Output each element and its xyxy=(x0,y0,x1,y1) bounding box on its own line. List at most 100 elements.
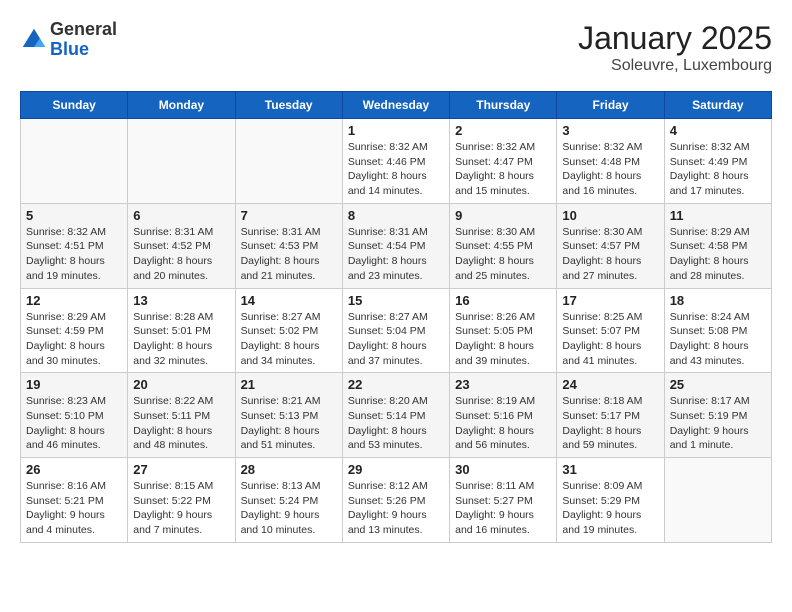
weekday-row: SundayMondayTuesdayWednesdayThursdayFrid… xyxy=(21,92,772,119)
day-number: 6 xyxy=(133,208,229,223)
day-info: Sunrise: 8:20 AMSunset: 5:14 PMDaylight:… xyxy=(348,394,444,453)
day-number: 21 xyxy=(241,377,337,392)
day-number: 28 xyxy=(241,462,337,477)
calendar-day-cell: 3 Sunrise: 8:32 AMSunset: 4:48 PMDaylight… xyxy=(557,119,664,204)
day-info: Sunrise: 8:31 AMSunset: 4:52 PMDaylight:… xyxy=(133,225,229,284)
day-info: Sunrise: 8:30 AMSunset: 4:55 PMDaylight:… xyxy=(455,225,551,284)
day-info: Sunrise: 8:25 AMSunset: 5:07 PMDaylight:… xyxy=(562,310,658,369)
calendar-day-cell: 8 Sunrise: 8:31 AMSunset: 4:54 PMDaylight… xyxy=(342,203,449,288)
calendar-week-row: 1 Sunrise: 8:32 AMSunset: 4:46 PMDaylight… xyxy=(21,119,772,204)
day-info: Sunrise: 8:16 AMSunset: 5:21 PMDaylight:… xyxy=(26,479,122,538)
day-number: 10 xyxy=(562,208,658,223)
day-info: Sunrise: 8:22 AMSunset: 5:11 PMDaylight:… xyxy=(133,394,229,453)
day-number: 18 xyxy=(670,293,766,308)
calendar-day-cell: 21 Sunrise: 8:21 AMSunset: 5:13 PMDayligh… xyxy=(235,373,342,458)
day-number: 16 xyxy=(455,293,551,308)
weekday-header: Tuesday xyxy=(235,92,342,119)
day-number: 23 xyxy=(455,377,551,392)
calendar-day-cell: 27 Sunrise: 8:15 AMSunset: 5:22 PMDayligh… xyxy=(128,458,235,543)
day-info: Sunrise: 8:32 AMSunset: 4:46 PMDaylight:… xyxy=(348,140,444,199)
day-info: Sunrise: 8:13 AMSunset: 5:24 PMDaylight:… xyxy=(241,479,337,538)
day-info: Sunrise: 8:32 AMSunset: 4:48 PMDaylight:… xyxy=(562,140,658,199)
day-info: Sunrise: 8:30 AMSunset: 4:57 PMDaylight:… xyxy=(562,225,658,284)
calendar-day-cell: 26 Sunrise: 8:16 AMSunset: 5:21 PMDayligh… xyxy=(21,458,128,543)
day-number: 11 xyxy=(670,208,766,223)
calendar-week-row: 5 Sunrise: 8:32 AMSunset: 4:51 PMDaylight… xyxy=(21,203,772,288)
day-info: Sunrise: 8:15 AMSunset: 5:22 PMDaylight:… xyxy=(133,479,229,538)
day-number: 2 xyxy=(455,123,551,138)
calendar-day-cell xyxy=(664,458,771,543)
weekday-header: Friday xyxy=(557,92,664,119)
day-number: 3 xyxy=(562,123,658,138)
calendar-day-cell: 4Sunrise: 8:32 AMSunset: 4:49 PMDaylight… xyxy=(664,119,771,204)
day-number: 7 xyxy=(241,208,337,223)
day-info: Sunrise: 8:11 AMSunset: 5:27 PMDaylight:… xyxy=(455,479,551,538)
weekday-header: Saturday xyxy=(664,92,771,119)
day-number: 26 xyxy=(26,462,122,477)
calendar-day-cell: 20Sunrise: 8:22 AMSunset: 5:11 PMDayligh… xyxy=(128,373,235,458)
calendar-day-cell: 10 Sunrise: 8:30 AMSunset: 4:57 PMDayligh… xyxy=(557,203,664,288)
logo-icon xyxy=(20,26,48,54)
calendar-day-cell: 13 Sunrise: 8:28 AMSunset: 5:01 PMDayligh… xyxy=(128,288,235,373)
calendar-day-cell: 7 Sunrise: 8:31 AMSunset: 4:53 PMDaylight… xyxy=(235,203,342,288)
calendar-table: SundayMondayTuesdayWednesdayThursdayFrid… xyxy=(20,91,772,543)
calendar-day-cell: 17 Sunrise: 8:25 AMSunset: 5:07 PMDayligh… xyxy=(557,288,664,373)
day-number: 4 xyxy=(670,123,766,138)
calendar-day-cell: 14 Sunrise: 8:27 AMSunset: 5:02 PMDayligh… xyxy=(235,288,342,373)
location: Soleuvre, Luxembourg xyxy=(578,57,772,75)
calendar-day-cell: 30 Sunrise: 8:11 AMSunset: 5:27 PMDayligh… xyxy=(450,458,557,543)
logo: General Blue xyxy=(20,20,117,60)
day-info: Sunrise: 8:29 AMSunset: 4:59 PMDaylight:… xyxy=(26,310,122,369)
day-info: Sunrise: 8:32 AMSunset: 4:51 PMDaylight:… xyxy=(26,225,122,284)
day-number: 22 xyxy=(348,377,444,392)
day-number: 14 xyxy=(241,293,337,308)
calendar-day-cell: 25Sunrise: 8:17 AMSunset: 5:19 PMDayligh… xyxy=(664,373,771,458)
calendar-day-cell: 19 Sunrise: 8:23 AMSunset: 5:10 PMDayligh… xyxy=(21,373,128,458)
calendar-day-cell: 29Sunrise: 8:12 AMSunset: 5:26 PMDayligh… xyxy=(342,458,449,543)
day-number: 9 xyxy=(455,208,551,223)
day-number: 1 xyxy=(348,123,444,138)
day-number: 27 xyxy=(133,462,229,477)
calendar-day-cell xyxy=(21,119,128,204)
calendar-day-cell: 31 Sunrise: 8:09 AMSunset: 5:29 PMDayligh… xyxy=(557,458,664,543)
title-block: January 2025 Soleuvre, Luxembourg xyxy=(578,20,772,75)
calendar-day-cell: 22 Sunrise: 8:20 AMSunset: 5:14 PMDayligh… xyxy=(342,373,449,458)
day-number: 25 xyxy=(670,377,766,392)
weekday-header: Wednesday xyxy=(342,92,449,119)
day-number: 31 xyxy=(562,462,658,477)
day-number: 12 xyxy=(26,293,122,308)
calendar-day-cell xyxy=(235,119,342,204)
day-info: Sunrise: 8:32 AMSunset: 4:47 PMDaylight:… xyxy=(455,140,551,199)
day-number: 5 xyxy=(26,208,122,223)
page-header: General Blue January 2025 Soleuvre, Luxe… xyxy=(20,20,772,75)
day-info: Sunrise: 8:27 AMSunset: 5:02 PMDaylight:… xyxy=(241,310,337,369)
day-info: Sunrise: 8:19 AMSunset: 5:16 PMDaylight:… xyxy=(455,394,551,453)
calendar-day-cell xyxy=(128,119,235,204)
day-info: Sunrise: 8:28 AMSunset: 5:01 PMDaylight:… xyxy=(133,310,229,369)
day-info: Sunrise: 8:31 AMSunset: 4:54 PMDaylight:… xyxy=(348,225,444,284)
logo-text: General Blue xyxy=(50,20,117,60)
day-number: 8 xyxy=(348,208,444,223)
month-title: January 2025 xyxy=(578,20,772,57)
day-number: 15 xyxy=(348,293,444,308)
day-info: Sunrise: 8:09 AMSunset: 5:29 PMDaylight:… xyxy=(562,479,658,538)
day-number: 30 xyxy=(455,462,551,477)
day-info: Sunrise: 8:27 AMSunset: 5:04 PMDaylight:… xyxy=(348,310,444,369)
weekday-header: Thursday xyxy=(450,92,557,119)
day-info: Sunrise: 8:21 AMSunset: 5:13 PMDaylight:… xyxy=(241,394,337,453)
day-number: 29 xyxy=(348,462,444,477)
calendar-day-cell: 28 Sunrise: 8:13 AMSunset: 5:24 PMDayligh… xyxy=(235,458,342,543)
calendar-week-row: 12 Sunrise: 8:29 AMSunset: 4:59 PMDayligh… xyxy=(21,288,772,373)
calendar-day-cell: 11Sunrise: 8:29 AMSunset: 4:58 PMDayligh… xyxy=(664,203,771,288)
calendar-day-cell: 2 Sunrise: 8:32 AMSunset: 4:47 PMDaylight… xyxy=(450,119,557,204)
calendar-day-cell: 23 Sunrise: 8:19 AMSunset: 5:16 PMDayligh… xyxy=(450,373,557,458)
day-info: Sunrise: 8:26 AMSunset: 5:05 PMDaylight:… xyxy=(455,310,551,369)
calendar-day-cell: 24Sunrise: 8:18 AMSunset: 5:17 PMDayligh… xyxy=(557,373,664,458)
day-info: Sunrise: 8:23 AMSunset: 5:10 PMDaylight:… xyxy=(26,394,122,453)
calendar-header: SundayMondayTuesdayWednesdayThursdayFrid… xyxy=(21,92,772,119)
day-info: Sunrise: 8:24 AMSunset: 5:08 PMDaylight:… xyxy=(670,310,766,369)
day-info: Sunrise: 8:31 AMSunset: 4:53 PMDaylight:… xyxy=(241,225,337,284)
day-number: 13 xyxy=(133,293,229,308)
day-number: 19 xyxy=(26,377,122,392)
day-number: 17 xyxy=(562,293,658,308)
